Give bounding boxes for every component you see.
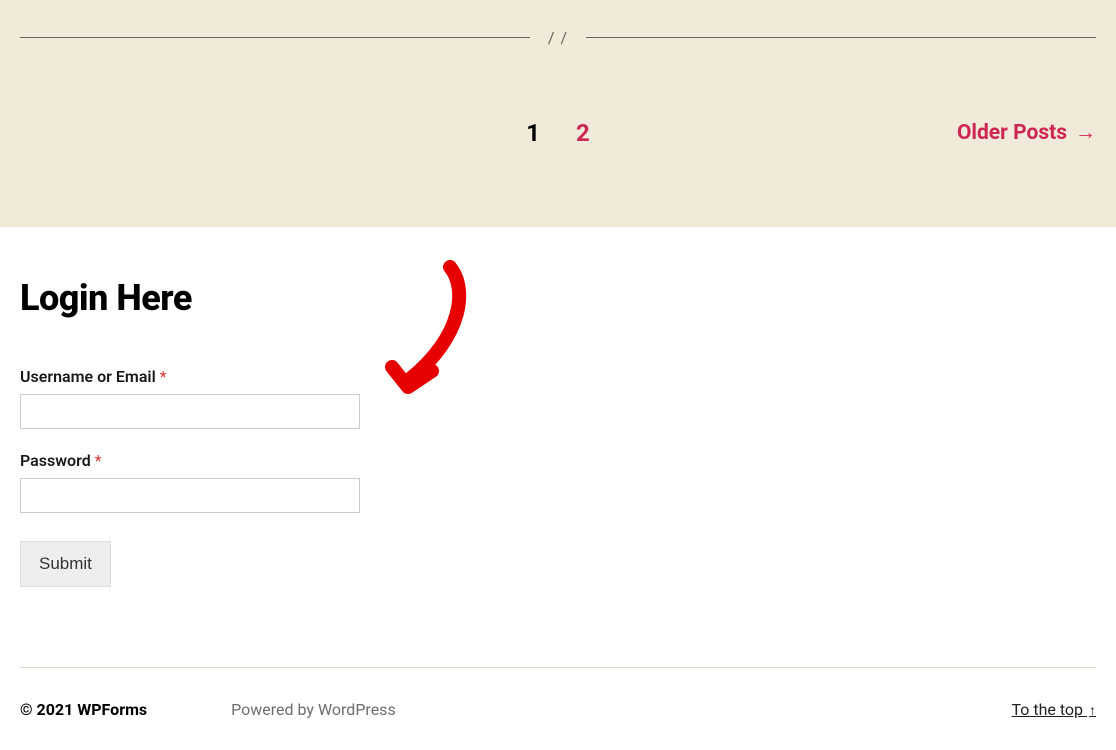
divider-line-left [20,37,530,38]
page-current: 1 [526,119,540,147]
pagination-row: 1 2 Older Posts → [20,119,1096,147]
arrow-up-icon: ↑ [1089,703,1096,719]
divider: / / [20,0,1096,47]
annotation-arrow-icon [380,259,480,409]
older-posts-link[interactable]: Older Posts → [957,121,1096,145]
login-section: Login Here Username or Email * Password … [0,227,1116,667]
page-numbers: 1 2 [526,119,590,147]
required-mark: * [95,451,102,470]
divider-slash-icon: / / [548,28,568,47]
page-link-2[interactable]: 2 [576,119,590,147]
password-group: Password * [20,451,1096,513]
required-mark: * [160,367,167,386]
pagination-section: / / 1 2 Older Posts → [0,0,1116,227]
footer: © 2021 WPForms Powered by WordPress To t… [0,668,1116,733]
divider-line-right [586,37,1096,38]
older-posts-label: Older Posts [957,121,1067,145]
arrow-right-icon: → [1075,121,1096,145]
password-input[interactable] [20,478,360,513]
submit-button[interactable]: Submit [20,541,111,587]
username-input[interactable] [20,394,360,429]
to-top-link[interactable]: To the top ↑ [1011,700,1096,719]
password-label: Password * [20,451,1096,470]
username-label-text: Username or Email [20,367,156,386]
to-top-label: To the top [1011,700,1083,719]
username-label: Username or Email * [20,367,1096,386]
footer-copyright: © 2021 WPForms [20,700,147,719]
footer-powered: Powered by WordPress [231,700,396,719]
login-heading: Login Here [20,277,1096,319]
username-group: Username or Email * [20,367,1096,429]
password-label-text: Password [20,451,91,470]
